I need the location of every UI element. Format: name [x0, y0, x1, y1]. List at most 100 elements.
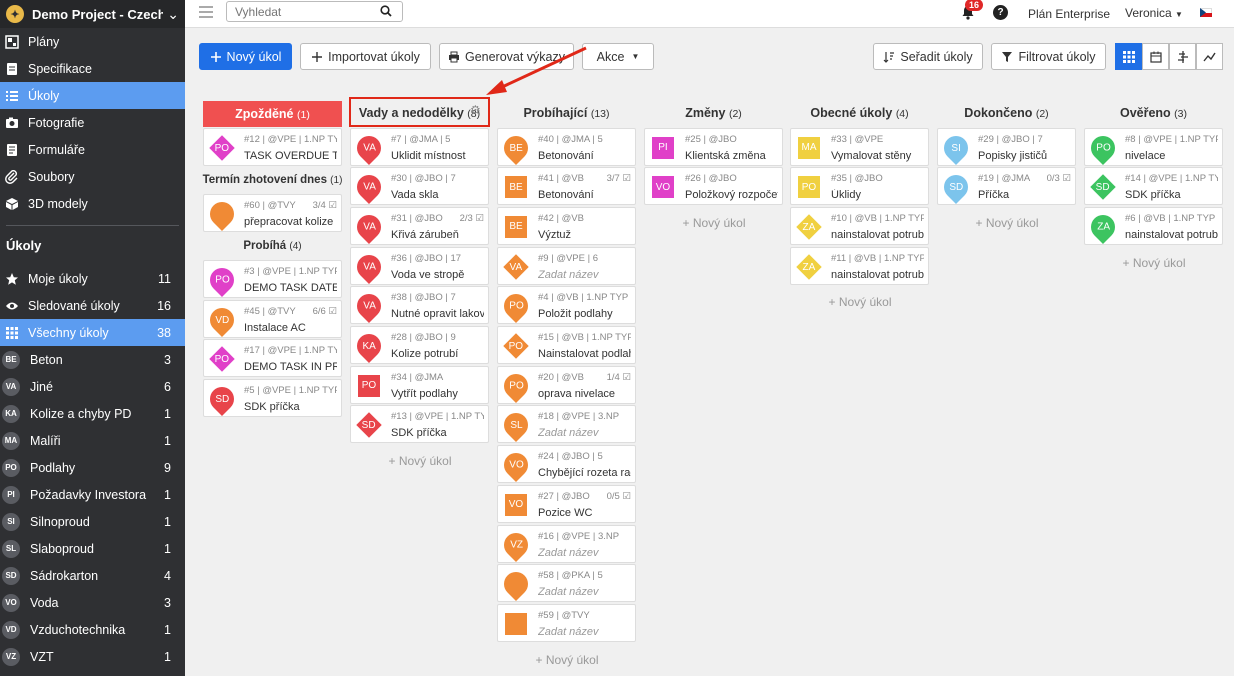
sidebar-category-10[interactable]: VD Vzduchotechnika 1 — [0, 616, 185, 643]
actions-dropdown[interactable]: Akce ▼ — [582, 43, 654, 70]
board-view-button[interactable] — [1115, 43, 1142, 70]
task-marker-label: SD — [215, 393, 229, 405]
search-icon[interactable] — [380, 5, 392, 20]
sidebar-category-7[interactable]: SL Slaboproud 1 — [0, 535, 185, 562]
task-card[interactable]: VA #30 | @JBO | 7 Vada skla — [350, 167, 489, 206]
sidebar-item-6[interactable]: 3D modely — [0, 190, 185, 217]
czech-flag-icon[interactable] — [1200, 8, 1212, 17]
search-box — [226, 1, 403, 22]
task-card[interactable]: ZA #11 | @VB | 1.NP TYP nainstalovat potru… — [790, 246, 929, 285]
task-meta: #26 | @JBO — [685, 173, 737, 185]
task-card[interactable]: VZ #16 | @VPE | 3.NP Zadat název — [497, 524, 636, 563]
filter-tasks-button[interactable]: Filtrovat úkoly — [991, 43, 1106, 70]
sidebar-category-9[interactable]: VO Voda 3 — [0, 589, 185, 616]
task-card[interactable]: MA #33 | @VPE Vymalovat stěny — [790, 127, 929, 166]
hamburger-menu-icon[interactable] — [199, 6, 213, 18]
task-card[interactable]: PO #35 | @JBO Úklidy — [790, 167, 929, 206]
task-card[interactable]: BE #40 | @JMA | 5 Betonování — [497, 127, 636, 166]
calendar-view-button[interactable] — [1142, 43, 1169, 70]
checkbox-icon: ☑ — [1059, 173, 1071, 185]
task-card[interactable]: SI #29 | @JBO | 7 Popisky jističů — [937, 127, 1076, 166]
add-task-link[interactable]: + Nový úkol — [1084, 256, 1224, 270]
task-card[interactable]: PO #3 | @VPE | 1.NP TYP DEMO TASK DATE — [203, 259, 342, 298]
sidebar-category-3[interactable]: MA Malíři 1 — [0, 427, 185, 454]
sidebar-item-4[interactable]: Formuláře — [0, 136, 185, 163]
task-card[interactable]: PO #17 | @VPE | 1.NP TYP DEMO TASK IN PROG… — [203, 339, 342, 378]
task-card[interactable]: SD #14 | @VPE | 1.NP TYP SDK příčka — [1084, 167, 1223, 206]
sidebar-category-4[interactable]: PO Podlahy 9 — [0, 454, 185, 481]
task-card[interactable]: BE #41 | @VB 3/7 ☑ Betonování — [497, 167, 636, 206]
sidebar-category-11[interactable]: VZ VZT 1 — [0, 643, 185, 670]
sidebar-category-1[interactable]: VA Jiné 6 — [0, 373, 185, 400]
task-meta: #13 | @VPE | 1.NP TYP — [391, 411, 484, 423]
sidebar-item-5[interactable]: Soubory — [0, 163, 185, 190]
task-card[interactable]: PO #15 | @VB | 1.NP TYP Nainstalovat podla… — [497, 326, 636, 364]
task-card[interactable]: PO #8 | @VPE | 1.NP TYP nivelace — [1084, 127, 1223, 166]
task-card[interactable]: VO #26 | @JBO Položkový rozpočet — [644, 167, 783, 206]
task-marker-label: VA — [362, 300, 376, 312]
add-task-link[interactable]: + Nový úkol — [497, 653, 637, 667]
task-card[interactable]: SD #19 | @JMA 0/3 ☑ Příčka — [937, 167, 1076, 206]
column-title: Probíhající (13) — [497, 106, 636, 123]
project-selector[interactable]: ✦ Demo Project - Czech Rep. ⌄ — [0, 0, 185, 28]
task-card[interactable]: PO #20 | @VB 1/4 ☑ oprava nivelace — [497, 365, 636, 404]
task-title: Popisky jističů — [978, 149, 1048, 162]
cube-icon — [4, 196, 20, 212]
add-task-link[interactable]: + Nový úkol — [350, 454, 490, 468]
sidebar-category-8[interactable]: SD Sádrokarton 4 — [0, 562, 185, 589]
sidebar-category-0[interactable]: BE Beton 3 — [0, 346, 185, 373]
task-meta: #30 | @JBO | 7 — [391, 173, 456, 185]
sidebar-filter-2[interactable]: Všechny úkoly 38 — [0, 319, 185, 346]
chart-view-button[interactable] — [1196, 43, 1223, 70]
sidebar-category-5[interactable]: PI Požadavky Investora 1 — [0, 481, 185, 508]
task-card[interactable]: SD #5 | @VPE | 1.NP TYP SDK příčka — [203, 379, 342, 417]
task-marker-icon: PO — [205, 262, 239, 297]
task-card[interactable]: BE #42 | @VB Výztuž — [497, 206, 636, 245]
task-card[interactable]: SD #13 | @VPE | 1.NP TYP SDK příčka — [350, 405, 489, 444]
task-card[interactable]: PO #4 | @VB | 1.NP TYP Položit podlahy — [497, 286, 636, 325]
sidebar-filter-label: Sledované úkoly — [28, 298, 120, 313]
annotation-arrow — [486, 46, 587, 95]
task-card[interactable]: SL #18 | @VPE | 3.NP Zadat název — [497, 405, 636, 444]
sidebar-item-0[interactable]: Plány — [0, 28, 185, 55]
task-card[interactable]: VD #45 | @TVY 6/6 ☑ Instalace AC — [203, 299, 342, 338]
sort-tasks-button[interactable]: Seřadit úkoly — [873, 43, 983, 70]
add-task-link[interactable]: + Nový úkol — [644, 216, 784, 230]
task-card[interactable]: #58 | @PKA | 5 Zadat název — [497, 564, 636, 603]
task-card[interactable]: #60 | @TVY 3/4 ☑ přepracovat kolize — [203, 193, 342, 232]
sidebar-filter-0[interactable]: Moje úkoly 11 — [0, 265, 185, 292]
task-card[interactable]: VA #36 | @JBO | 17 Voda ve stropě — [350, 246, 489, 285]
add-task-link[interactable]: + Nový úkol — [937, 216, 1077, 230]
task-card[interactable]: KA #28 | @JBO | 9 Kolize potrubí — [350, 326, 489, 364]
sidebar-filter-1[interactable]: Sledované úkoly 16 — [0, 292, 185, 319]
task-card[interactable]: PO #12 | @VPE | 1.NP TYP TASK OVERDUE TEST — [203, 127, 342, 166]
task-card[interactable]: VA #38 | @JBO | 7 Nutné opravit lakování — [350, 286, 489, 325]
group-title: Termín zhotovení dnes (1) — [201, 174, 344, 186]
task-card[interactable]: #59 | @TVY Zadat název — [497, 603, 636, 642]
sidebar-item-3[interactable]: Fotografie — [0, 109, 185, 136]
add-task-link[interactable]: + Nový úkol — [790, 295, 930, 309]
task-card[interactable]: PI #25 | @JBO Klientská změna — [644, 127, 783, 166]
import-tasks-button[interactable]: Importovat úkoly — [300, 43, 431, 70]
user-menu[interactable]: Veronica ▼ — [1125, 6, 1183, 20]
task-card[interactable]: PO #34 | @JMA Vytřít podlahy — [350, 365, 489, 404]
new-task-button[interactable]: Nový úkol — [199, 43, 292, 70]
help-icon[interactable]: ? — [993, 5, 1008, 20]
gantt-view-button[interactable] — [1169, 43, 1196, 70]
task-marker-icon: KA — [352, 329, 386, 363]
task-card[interactable]: ZA #10 | @VB | 1.NP TYP nainstalovat potru… — [790, 206, 929, 245]
sidebar-item-1[interactable]: Specifikace — [0, 55, 185, 82]
task-card[interactable]: VA #31 | @JBO 2/3 ☑ Křivá zárubeň — [350, 206, 489, 245]
sidebar-category-6[interactable]: SI Silnoproud 1 — [0, 508, 185, 535]
task-marker-icon: SD — [205, 382, 239, 416]
plan-link[interactable]: Plán Enterprise — [1028, 7, 1110, 21]
task-card[interactable]: VA #7 | @JMA | 5 Uklidit místnost — [350, 127, 489, 166]
sidebar-category-2[interactable]: KA Kolize a chyby PD 1 — [0, 400, 185, 427]
sidebar-filter-label: Moje úkoly — [28, 271, 88, 286]
task-card[interactable]: VO #27 | @JBO 0/5 ☑ Pozice WC — [497, 484, 636, 523]
task-card[interactable]: VA #9 | @VPE | 6 Zadat název — [497, 246, 636, 285]
task-card[interactable]: ZA #6 | @VB | 1.NP TYP nainstalovat potrub… — [1084, 206, 1223, 245]
task-card[interactable]: VO #24 | @JBO | 5 Chybějící rozeta radiáto… — [497, 445, 636, 484]
search-input[interactable] — [227, 2, 367, 21]
sidebar-item-2[interactable]: Úkoly — [0, 82, 185, 109]
